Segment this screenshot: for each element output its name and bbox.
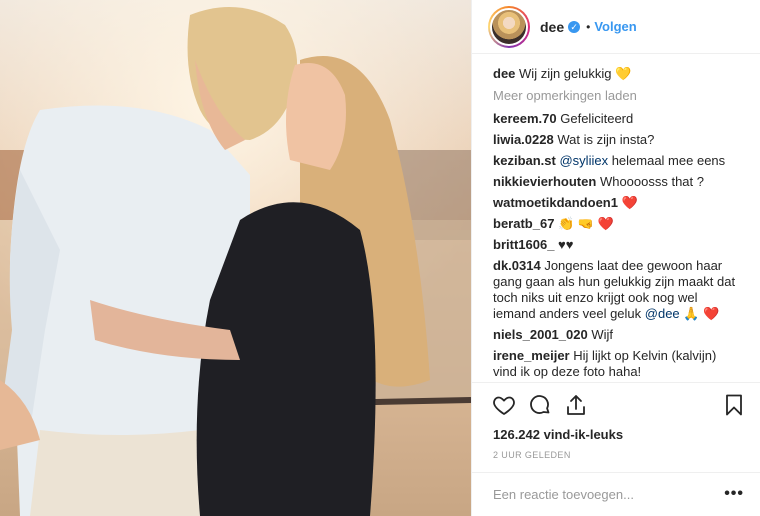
comment-text-tail: 🙏 ❤️ bbox=[679, 306, 720, 321]
save-bookmark-icon[interactable] bbox=[722, 393, 746, 417]
comment-text: Gefeliciteerd bbox=[560, 111, 634, 126]
comment-bubble-icon[interactable] bbox=[528, 393, 552, 417]
post-timestamp[interactable]: 2 UUR GELEDEN bbox=[472, 448, 760, 472]
like-heart-icon[interactable] bbox=[492, 393, 516, 417]
comment-item: irene_meijer Hij lijkt op Kelvin (kalvij… bbox=[493, 348, 740, 380]
comment-username[interactable]: irene_meijer bbox=[493, 348, 570, 363]
comment-mention-link[interactable]: @syliiex bbox=[559, 153, 608, 168]
post-dialog: dee ✓ • Volgen dee Wij zijn gelukkig 💛 M… bbox=[0, 0, 760, 516]
avatar[interactable] bbox=[488, 5, 530, 48]
comment-item: britt1606_ ♥♥ bbox=[493, 237, 740, 253]
comment-username[interactable]: nikkievierhouten bbox=[493, 174, 596, 189]
comment-item: nikkievierhouten Whoooosss that ? bbox=[493, 174, 740, 190]
comment-text: ❤️ bbox=[621, 195, 638, 210]
comment-item: watmoetikdandoen1 ❤️ bbox=[493, 195, 740, 211]
comment-item: beratb_67 👏 🤜 ❤️ bbox=[493, 216, 740, 232]
comment-item: keziban.st @syliiex helemaal mee eens bbox=[493, 153, 740, 169]
caption: dee Wij zijn gelukkig 💛 bbox=[493, 66, 740, 82]
post-sidebar: dee ✓ • Volgen dee Wij zijn gelukkig 💛 M… bbox=[471, 0, 760, 516]
header-username[interactable]: dee bbox=[540, 19, 564, 35]
separator-dot: • bbox=[586, 19, 591, 34]
comment-item: dk.0314 Jongens laat dee gewoon haar gan… bbox=[493, 258, 740, 322]
comment-username[interactable]: beratb_67 bbox=[493, 216, 554, 231]
comment-text: Whoooosss that ? bbox=[599, 174, 704, 189]
load-more-comments-button[interactable]: Meer opmerkingen laden bbox=[493, 88, 740, 103]
more-options-button[interactable]: ••• bbox=[724, 485, 744, 503]
comment-text: ♥♥ bbox=[558, 237, 574, 252]
comment-username[interactable]: kereem.70 bbox=[493, 111, 557, 126]
follow-button[interactable]: Volgen bbox=[594, 19, 636, 34]
comment-text: Wijf bbox=[591, 327, 613, 342]
share-upload-icon[interactable] bbox=[564, 393, 588, 417]
comment-mention-link[interactable]: @dee bbox=[645, 306, 680, 321]
comments-list[interactable]: dee Wij zijn gelukkig 💛 Meer opmerkingen… bbox=[472, 54, 760, 382]
post-header: dee ✓ • Volgen bbox=[472, 0, 760, 54]
action-bar bbox=[472, 382, 760, 426]
comment-text: 👏 🤜 ❤️ bbox=[558, 216, 614, 231]
post-photo[interactable] bbox=[0, 0, 471, 516]
comment-username[interactable]: britt1606_ bbox=[493, 237, 554, 252]
photo-illustration bbox=[0, 0, 471, 516]
comment-item: liwia.0228 Wat is zijn insta? bbox=[493, 132, 740, 148]
verified-badge-icon: ✓ bbox=[568, 20, 581, 33]
comment-input[interactable] bbox=[493, 486, 725, 502]
comment-username[interactable]: watmoetikdandoen1 bbox=[493, 195, 618, 210]
comment-username[interactable]: dk.0314 bbox=[493, 258, 541, 273]
comment-username[interactable]: liwia.0228 bbox=[493, 132, 554, 147]
caption-username[interactable]: dee bbox=[493, 66, 515, 81]
avatar-image bbox=[490, 7, 528, 46]
comment-text: Wat is zijn insta? bbox=[557, 132, 655, 147]
comment-text: helemaal mee eens bbox=[608, 153, 726, 168]
caption-text: Wij zijn gelukkig 💛 bbox=[519, 66, 632, 81]
comment-item: niels_2001_020 Wijf bbox=[493, 327, 740, 343]
comment-username[interactable]: niels_2001_020 bbox=[493, 327, 588, 342]
comment-username[interactable]: keziban.st bbox=[493, 153, 556, 168]
like-count[interactable]: 126.242 vind-ik-leuks bbox=[472, 426, 760, 448]
comment-item: kereem.70 Gefeliciteerd bbox=[493, 111, 740, 127]
add-comment-bar: ••• bbox=[472, 471, 760, 516]
